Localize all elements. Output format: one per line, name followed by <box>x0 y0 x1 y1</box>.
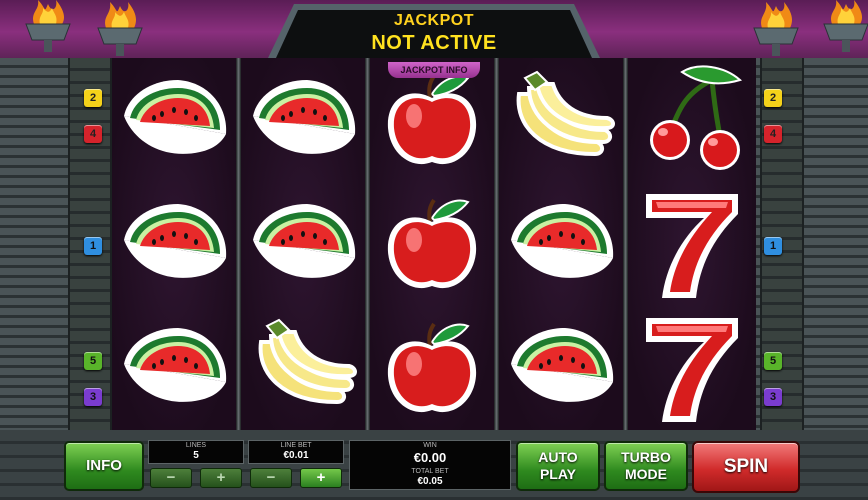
lines-plus-button[interactable]: + <box>200 468 242 488</box>
fire-brazier-icon <box>97 2 143 56</box>
watermelon-symbol <box>112 182 236 306</box>
turbo-label-line2: MODE <box>625 466 667 482</box>
total-bet-caption: TOTAL BET <box>411 468 449 475</box>
left-payline-wall: 2 4 1 5 3 <box>0 58 112 430</box>
seven-symbol <box>628 182 752 306</box>
watermelon-icon <box>253 80 356 154</box>
apple-symbol <box>370 306 494 430</box>
fire-brazier-icon <box>753 2 799 56</box>
payline-badge-right: 1 <box>764 237 782 255</box>
lines-display: LINES 5 <box>148 440 244 464</box>
watermelon-symbol <box>499 306 623 430</box>
reel-area <box>112 58 756 430</box>
watermelon-symbol <box>499 182 623 306</box>
watermelon-icon <box>511 328 614 402</box>
seven-icon <box>646 318 738 422</box>
turbo-label-line1: TURBO <box>621 449 671 465</box>
seven-symbol <box>628 306 752 430</box>
line-bet-minus-button[interactable]: − <box>250 468 292 488</box>
watermelon-icon <box>511 204 614 278</box>
banana-icon <box>258 318 357 405</box>
autoplay-label-line2: PLAY <box>539 466 577 482</box>
win-caption: WIN <box>423 442 437 449</box>
seven-icon <box>646 194 738 298</box>
watermelon-symbol <box>241 182 365 306</box>
fire-brazier-icon <box>823 0 868 52</box>
line-bet-value: €0.01 <box>283 450 309 461</box>
payline-badge-left: 2 <box>84 89 102 107</box>
payline-badge-left: 1 <box>84 237 102 255</box>
payline-badge-right: 2 <box>764 89 782 107</box>
apple-icon <box>387 198 477 289</box>
payline-badge-right: 3 <box>764 388 782 406</box>
fire-brazier-icon <box>25 0 71 52</box>
watermelon-icon <box>124 204 227 278</box>
spin-button[interactable]: SPIN <box>692 441 800 493</box>
jackpot-status: NOT ACTIVE <box>371 32 497 54</box>
line-bet-display: LINE BET €0.01 <box>248 440 344 464</box>
autoplay-button[interactable]: AUTO PLAY <box>516 441 600 491</box>
lines-value: 5 <box>193 450 199 461</box>
banana-symbol <box>499 58 623 182</box>
payline-badge-right: 4 <box>764 125 782 143</box>
watermelon-symbol <box>241 58 365 182</box>
top-banner: JACKPOT NOT ACTIVE <box>0 0 868 58</box>
line-bet-caption: LINE BET <box>280 442 312 449</box>
total-bet-value: €0.05 <box>417 476 443 487</box>
watermelon-icon <box>253 204 356 278</box>
payline-badge-right: 5 <box>764 352 782 370</box>
payline-badge-left: 3 <box>84 388 102 406</box>
line-bet-plus-button[interactable]: + <box>300 468 342 488</box>
apple-icon <box>387 322 477 413</box>
watermelon-symbol <box>112 306 236 430</box>
payline-badge-left: 4 <box>84 125 102 143</box>
autoplay-label-line1: AUTO <box>538 449 578 465</box>
payline-badge-left: 5 <box>84 352 102 370</box>
win-total-display: WIN €0.00 TOTAL BET €0.05 <box>349 440 511 490</box>
banana-icon <box>516 70 615 157</box>
win-value: €0.00 <box>413 450 447 465</box>
right-payline-wall: 2 4 1 5 3 <box>756 58 868 430</box>
watermelon-icon <box>124 328 227 402</box>
watermelon-icon <box>124 80 227 154</box>
jackpot-info-button[interactable]: JACKPOT INFO <box>388 62 480 78</box>
banana-symbol <box>241 306 365 430</box>
apple-symbol <box>370 182 494 306</box>
lines-minus-button[interactable]: − <box>150 468 192 488</box>
turbo-mode-button[interactable]: TURBO MODE <box>604 441 688 491</box>
jackpot-title: JACKPOT <box>394 12 474 29</box>
info-button[interactable]: INFO <box>64 441 144 491</box>
lines-caption: LINES <box>185 442 207 449</box>
cherry-symbol <box>628 58 752 182</box>
watermelon-symbol <box>112 58 236 182</box>
cherry-icon <box>650 65 743 170</box>
